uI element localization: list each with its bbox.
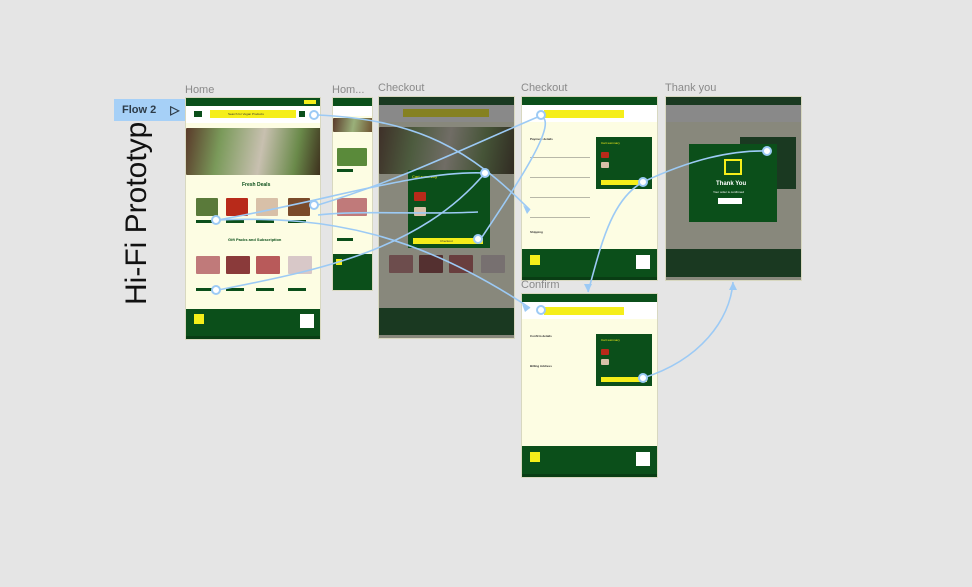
frame-label-confirm: Confirm [521, 279, 560, 291]
hero-image [186, 128, 320, 175]
frame-checkout-1[interactable]: Cart summary Checkout [378, 96, 515, 339]
thank-you-subtext: Your order is confirmed [713, 190, 744, 194]
footer-logo [336, 259, 342, 265]
hotspot[interactable] [211, 215, 221, 225]
frame-checkout-2[interactable]: Payment details Shipping Cart summary [521, 96, 658, 281]
search-bar[interactable] [544, 110, 624, 118]
prototype-title: Hi-Fi Prototyp [120, 121, 153, 305]
gift-image [256, 256, 280, 274]
add-button[interactable] [226, 288, 244, 291]
gift-image [288, 256, 312, 274]
payment-details-heading: Payment details [530, 137, 553, 141]
popup-title: Cart summary [412, 174, 438, 179]
copyright-bar [186, 336, 320, 339]
gift-image [196, 256, 220, 274]
add-button[interactable] [337, 238, 353, 241]
add-button[interactable] [288, 220, 306, 223]
frame-confirm[interactable]: Confirm details Billing Address Cart sum… [521, 293, 658, 478]
top-bar [333, 98, 372, 106]
product-image [226, 198, 248, 216]
input-field[interactable] [530, 197, 590, 198]
input-field[interactable] [530, 157, 590, 158]
section-gift-packs: Gift Packs and Subscription [228, 237, 282, 242]
summary-title: Cart summary [601, 338, 620, 342]
frame-label-home: Home [185, 84, 215, 96]
frame-home-mobile[interactable] [332, 97, 373, 291]
logo-cart-icon [194, 111, 202, 117]
hotspot[interactable] [536, 110, 546, 120]
arrowhead [584, 284, 592, 292]
signup-button[interactable] [304, 100, 316, 104]
back-home-button[interactable] [718, 198, 742, 204]
play-icon[interactable]: ▷ [170, 103, 179, 117]
gift-image [337, 198, 367, 216]
footer-logo [530, 452, 540, 462]
product-image [288, 198, 310, 216]
hotspot[interactable] [638, 373, 648, 383]
top-bar [186, 98, 320, 106]
add-button[interactable] [256, 288, 274, 291]
hotspot[interactable] [309, 200, 319, 210]
add-button[interactable] [226, 220, 244, 223]
thank-you-heading: Thank You [716, 181, 747, 187]
flow-tag[interactable]: Flow 2 ▷ [114, 99, 185, 121]
flow-tag-label: Flow 2 [122, 104, 157, 116]
gift-icon [724, 159, 742, 175]
footer-logo [194, 314, 204, 324]
cart-item-image [601, 152, 609, 158]
hotspot[interactable] [309, 110, 319, 120]
copyright-bar [522, 474, 657, 477]
product-image [196, 198, 218, 216]
cart-item-image [601, 162, 609, 168]
add-button[interactable] [256, 220, 274, 223]
header [333, 106, 372, 116]
cart-item-image [601, 349, 609, 355]
input-field[interactable] [530, 217, 590, 218]
hotspot[interactable] [762, 146, 772, 156]
search-placeholder: Search for Vegan Products [228, 112, 264, 116]
frame-thank-you[interactable]: Thank You Your order is confirmed [665, 96, 802, 281]
frame-label-checkout-2: Checkout [521, 82, 568, 94]
frame-home[interactable]: Search for Vegan Products Fresh Deals Gi… [185, 97, 321, 340]
cart-item-image [601, 359, 609, 365]
hero-image [333, 118, 372, 132]
hotspot[interactable] [211, 285, 221, 295]
frame-label-thank-you: Thank you [665, 82, 717, 94]
checkout-button-label: Checkout [440, 239, 453, 243]
cart-item-image [414, 207, 426, 216]
product-image [256, 198, 278, 216]
hotspot[interactable] [473, 234, 483, 244]
hotspot[interactable] [638, 177, 648, 187]
footer-cart-icon [300, 314, 314, 328]
top-bar [522, 97, 657, 105]
cart-item-image [414, 192, 426, 201]
cart-icon[interactable] [299, 111, 305, 117]
add-button[interactable] [288, 288, 306, 291]
section-fresh-deals: Fresh Deals [242, 182, 271, 188]
input-field[interactable] [530, 177, 590, 178]
frame-label-home-mobile: Hom... [332, 84, 365, 96]
add-button[interactable] [337, 169, 353, 172]
shipping-heading: Shipping [530, 230, 543, 234]
billing-address-heading: Billing Address [530, 364, 552, 368]
confirm-details-heading: Confirm details [530, 334, 552, 338]
hotspot[interactable] [536, 305, 546, 315]
frame-label-checkout-1: Checkout [378, 82, 425, 94]
product-image [337, 148, 367, 166]
arrowhead [729, 282, 737, 290]
top-bar [522, 294, 657, 302]
summary-title: Cart summary [601, 141, 620, 145]
footer-logo [530, 255, 540, 265]
search-bar[interactable] [544, 307, 624, 315]
hotspot[interactable] [480, 168, 490, 178]
footer-cart-icon [636, 255, 650, 269]
gift-image [226, 256, 250, 274]
footer-cart-icon [636, 452, 650, 466]
